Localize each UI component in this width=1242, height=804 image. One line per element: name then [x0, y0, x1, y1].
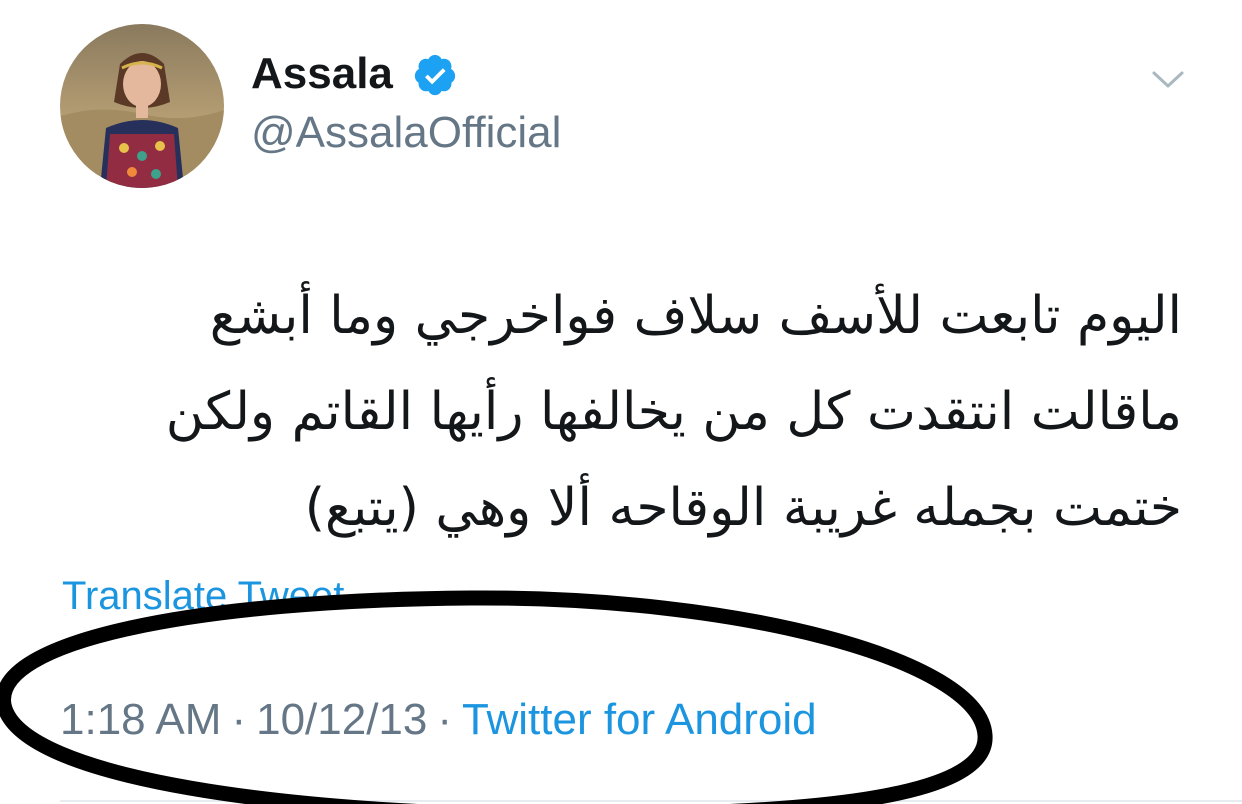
tweet-text: اليوم تابعت للأسف سلاف فواخرجي وما أبشع … — [82, 268, 1182, 556]
avatar-image — [60, 24, 224, 188]
tweet-text-line: ماقالت انتقدت كل من يخالفها رأيها القاتم… — [165, 382, 1182, 442]
tweet-text-line: ختمت بجمله غريبة الوقاحه ألا وهي (يتبع) — [304, 478, 1182, 538]
tweet-time[interactable]: 1:18 AM — [60, 695, 221, 744]
tweet-metadata: 1:18 AM · 10/12/13 · Twitter for Android — [60, 694, 817, 746]
divider — [60, 800, 1242, 802]
chevron-down-icon[interactable] — [1148, 64, 1188, 94]
verified-badge-icon — [414, 54, 456, 96]
avatar[interactable] — [60, 24, 224, 188]
tweet-text-line: اليوم تابعت للأسف سلاف فواخرجي وما أبشع — [209, 286, 1182, 346]
meta-separator: · — [231, 695, 247, 744]
user-handle[interactable]: @AssalaOfficial — [251, 108, 561, 158]
display-name[interactable]: Assala — [251, 48, 393, 100]
meta-separator: · — [437, 695, 453, 744]
translate-tweet-link[interactable]: Translate Tweet — [62, 572, 344, 620]
tweet-date[interactable]: 10/12/13 — [256, 695, 427, 744]
tweet-source-link[interactable]: Twitter for Android — [462, 695, 817, 744]
